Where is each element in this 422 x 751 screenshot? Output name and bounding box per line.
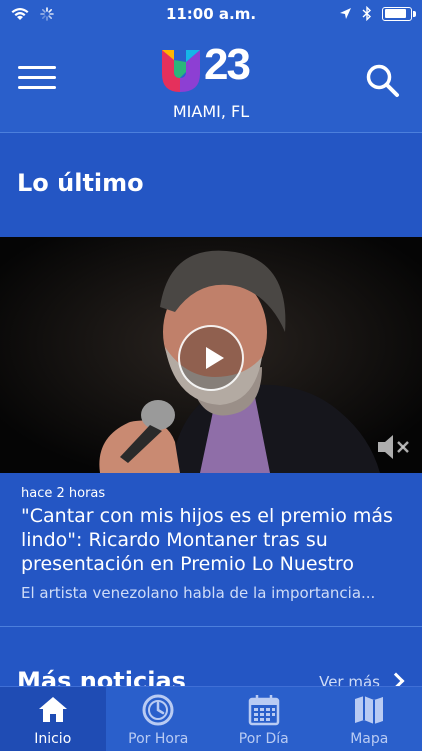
see-more-link[interactable]: Ver más xyxy=(319,673,402,687)
chevron-right-icon xyxy=(388,673,405,687)
section-title: Lo último xyxy=(17,169,144,197)
tab-por-dia[interactable]: Por Día xyxy=(211,687,317,751)
tab-label: Inicio xyxy=(0,731,106,747)
bottom-tab-bar: Inicio Por Hora Por Día Mapa xyxy=(0,686,422,751)
univision-logo-icon xyxy=(160,48,204,94)
home-icon xyxy=(36,693,70,727)
tab-label: Mapa xyxy=(317,731,422,747)
latest-section-header: Lo último xyxy=(0,133,422,236)
calendar-icon xyxy=(247,693,281,727)
tab-label: Por Día xyxy=(211,731,317,747)
city-label: MIAMI, FL xyxy=(0,102,422,121)
search-icon[interactable] xyxy=(364,62,402,100)
map-icon xyxy=(352,693,386,727)
tab-label: Por Hora xyxy=(106,731,212,747)
bluetooth-icon xyxy=(362,6,372,21)
menu-line xyxy=(18,86,56,89)
featured-video[interactable] xyxy=(0,237,422,473)
status-right xyxy=(339,6,412,21)
clock-icon xyxy=(141,693,175,727)
menu-line xyxy=(18,66,56,69)
see-more-label: Ver más xyxy=(319,673,380,687)
article-summary: El artista venezolano habla de la import… xyxy=(21,584,411,602)
battery-icon xyxy=(382,7,412,21)
channel-number: 23 xyxy=(204,40,249,90)
more-news-title: Más noticias xyxy=(17,667,186,687)
location-arrow-icon xyxy=(339,7,352,20)
battery-level xyxy=(385,9,407,18)
top-navigation-bar: 23 MIAMI, FL xyxy=(0,30,422,133)
tab-inicio[interactable]: Inicio xyxy=(0,687,106,751)
article-timestamp: hace 2 horas xyxy=(21,486,105,501)
tab-mapa[interactable]: Mapa xyxy=(317,687,422,751)
status-bar: 11:00 a.m. xyxy=(0,0,422,30)
mute-icon[interactable] xyxy=(374,431,414,463)
menu-button[interactable] xyxy=(18,66,56,96)
menu-line xyxy=(18,76,56,79)
more-news-section: Más noticias Ver más xyxy=(0,627,422,687)
station-logo: 23 xyxy=(160,46,270,98)
play-button[interactable] xyxy=(178,325,244,391)
featured-article[interactable]: hace 2 horas "Cantar con mis hijos es el… xyxy=(0,474,422,627)
tab-por-hora[interactable]: Por Hora xyxy=(106,687,212,751)
article-headline[interactable]: "Cantar con mis hijos es el premio más l… xyxy=(21,504,411,576)
